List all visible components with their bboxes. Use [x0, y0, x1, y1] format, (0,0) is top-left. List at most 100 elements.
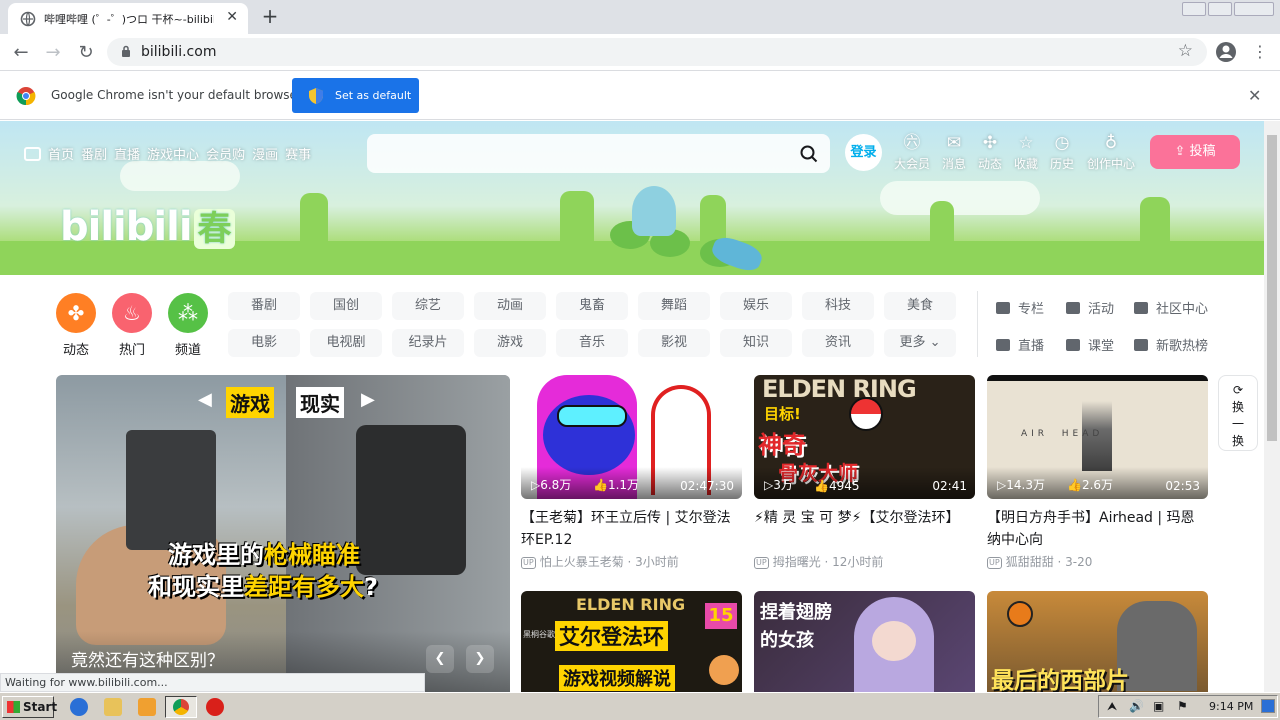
category-button[interactable]: 综艺: [392, 292, 464, 320]
hero-caption[interactable]: 竟然还有这种区别？: [71, 646, 224, 671]
side-link-column[interactable]: 专栏: [996, 298, 1044, 317]
bookmark-star-icon[interactable]: ☆: [1178, 41, 1193, 61]
category-button[interactable]: 知识: [720, 329, 792, 357]
back-icon[interactable]: ←: [10, 42, 32, 64]
category-button[interactable]: 影视: [638, 329, 710, 357]
video-title[interactable]: ⚡精 灵 宝 可 梦⚡【艾尔登法环】: [754, 507, 975, 551]
maximize-button[interactable]: [1208, 2, 1232, 16]
category-button[interactable]: 番剧: [228, 292, 300, 320]
close-infobar-icon[interactable]: ✕: [1248, 86, 1261, 105]
scrollbar-thumb[interactable]: [1267, 135, 1277, 441]
upload-button[interactable]: ⇪ 投稿: [1150, 135, 1240, 169]
side-link-classroom[interactable]: 课堂: [1066, 335, 1114, 354]
category-button[interactable]: 国创: [310, 292, 382, 320]
category-button[interactable]: 音乐: [556, 329, 628, 357]
thumb-art: [1117, 601, 1197, 691]
minimize-button[interactable]: [1182, 2, 1206, 16]
start-button[interactable]: Start: [2, 696, 57, 718]
volume-icon[interactable]: 🔊: [1129, 699, 1144, 713]
category-button[interactable]: 电视剧: [310, 329, 382, 357]
page-scrollbar[interactable]: [1264, 121, 1280, 692]
side-link-live[interactable]: 直播: [996, 335, 1044, 354]
video-thumbnail[interactable]: 最后的西部片: [987, 591, 1208, 692]
video-title[interactable]: 【王老菊】环王立后传 | 艾尔登法环EP.12: [521, 507, 742, 551]
chrome-logo-icon: [16, 87, 36, 106]
side-link-activity[interactable]: 活动: [1066, 298, 1114, 317]
category-button[interactable]: 资讯: [802, 329, 874, 357]
media-player-icon[interactable]: [138, 698, 156, 716]
network-icon[interactable]: ▣: [1153, 699, 1164, 713]
video-thumbnail[interactable]: ▷6.8万 👍1.1万 02:47:30: [521, 375, 742, 499]
nav-anime[interactable]: 番剧: [81, 144, 107, 163]
side-link-community[interactable]: 社区中心: [1134, 298, 1208, 317]
show-desktop-icon[interactable]: [1261, 699, 1275, 713]
view-count: ▷6.8万: [531, 478, 572, 492]
login-button[interactable]: 登录: [845, 134, 882, 171]
search-input[interactable]: [367, 134, 830, 173]
video-thumbnail[interactable]: ELDEN RING 15 艾尔登法环 黑桐谷歌 游戏视频解说: [521, 591, 742, 692]
video-thumbnail[interactable]: ELDEN RING 目标! 神奇 骨灰大师 ▷3万 👍4945 02:41: [754, 375, 975, 499]
history-button[interactable]: ◷ 历史: [1040, 133, 1084, 172]
category-button[interactable]: 舞蹈: [638, 292, 710, 320]
browser-tab[interactable]: 哔哩哔哩 (゜-゜)つロ 干杯~-bilibili ✕: [8, 3, 248, 34]
stop-icon[interactable]: [206, 698, 224, 716]
close-tab-icon[interactable]: ✕: [226, 9, 238, 25]
video-card[interactable]: 捏着翅膀的女孩: [754, 591, 975, 692]
video-card[interactable]: 最后的西部片: [987, 591, 1208, 692]
video-thumbnail[interactable]: 捏着翅膀的女孩: [754, 591, 975, 692]
category-button[interactable]: 娱乐: [720, 292, 792, 320]
channel-hot[interactable]: ♨ 热门: [110, 293, 154, 358]
search-icon[interactable]: [800, 145, 818, 163]
side-link-music-chart[interactable]: 新歌热榜: [1134, 335, 1208, 354]
set-default-button[interactable]: Set as default: [292, 78, 419, 113]
category-button[interactable]: 动画: [474, 292, 546, 320]
flag-icon[interactable]: ⚑: [1177, 699, 1188, 713]
video-card[interactable]: AIR HEAD ▷14.3万 👍2.6万 02:53 【明日方舟手书】Airh…: [987, 375, 1208, 570]
tray-arrow-icon[interactable]: ⮝: [1107, 699, 1117, 714]
reload-icon[interactable]: ↻: [75, 42, 97, 64]
category-button[interactable]: 纪录片: [392, 329, 464, 357]
menu-dots-icon[interactable]: ⋮: [1252, 42, 1268, 61]
carousel-next-button[interactable]: ❯: [466, 645, 494, 673]
category-button[interactable]: 美食: [884, 292, 956, 320]
category-button[interactable]: 游戏: [474, 329, 546, 357]
bilibili-logo[interactable]: bilibili 春: [60, 201, 235, 250]
refresh-recommendations-button[interactable]: ⟳ 换 一 换: [1218, 375, 1258, 451]
uploader-name[interactable]: 拇指曙光: [773, 555, 821, 569]
creator-center-button[interactable]: ♁ 创作中心: [1084, 133, 1138, 172]
uploader-name[interactable]: 狐甜甜甜: [1006, 555, 1054, 569]
status-bubble: Waiting for www.bilibili.com...: [0, 673, 425, 692]
category-button[interactable]: 电影: [228, 329, 300, 357]
category-button[interactable]: 科技: [802, 292, 874, 320]
nav-live[interactable]: 直播: [114, 144, 140, 163]
nav-game-center[interactable]: 游戏中心: [147, 144, 199, 163]
nav-home[interactable]: 首页: [48, 144, 74, 163]
thumb-text: 最后的西部片: [991, 668, 1129, 692]
category-button[interactable]: 鬼畜: [556, 292, 628, 320]
nav-shop[interactable]: 会员购: [206, 144, 245, 163]
uploader-name[interactable]: 怕上火暴王老菊: [540, 555, 624, 569]
folder-icon[interactable]: [104, 698, 122, 716]
video-card[interactable]: ELDEN RING 目标! 神奇 骨灰大师 ▷3万 👍4945 02:41 ⚡…: [754, 375, 975, 570]
nav-esports[interactable]: 赛事: [285, 144, 311, 163]
forward-icon[interactable]: →: [42, 42, 64, 64]
vip-button[interactable]: ㊅大会员: [890, 133, 934, 172]
activity-icon: [1066, 302, 1080, 314]
nav-manga[interactable]: 漫画: [252, 144, 278, 163]
address-bar[interactable]: bilibili.com ☆: [107, 38, 1207, 66]
new-tab-icon[interactable]: +: [258, 4, 282, 28]
chrome-taskbar-button[interactable]: [165, 696, 197, 718]
channel-dynamic[interactable]: ✤ 动态: [54, 293, 98, 358]
carousel-prev-button[interactable]: ❮: [426, 645, 454, 673]
infobar-text: Google Chrome isn't your default browser: [51, 88, 302, 102]
hero-carousel[interactable]: ◀ 游戏 现实 ▶ 游戏里的枪械瞄准 和现实里差距有多大? 竟然还有这种区别？ …: [56, 375, 510, 692]
video-card[interactable]: ELDEN RING 15 艾尔登法环 黑桐谷歌 游戏视频解说: [521, 591, 742, 692]
channel-channels[interactable]: ⁂ 频道: [166, 293, 210, 358]
profile-icon[interactable]: [1215, 41, 1237, 63]
more-categories-button[interactable]: 更多 ⌄: [884, 329, 956, 357]
video-thumbnail[interactable]: AIR HEAD ▷14.3万 👍2.6万 02:53: [987, 375, 1208, 499]
video-card[interactable]: ▷6.8万 👍1.1万 02:47:30 【王老菊】环王立后传 | 艾尔登法环E…: [521, 375, 742, 570]
video-title[interactable]: 【明日方舟手书】Airhead | 玛恩纳中心向: [987, 507, 1208, 551]
ie-icon[interactable]: [70, 698, 88, 716]
close-window-button[interactable]: [1234, 2, 1274, 16]
